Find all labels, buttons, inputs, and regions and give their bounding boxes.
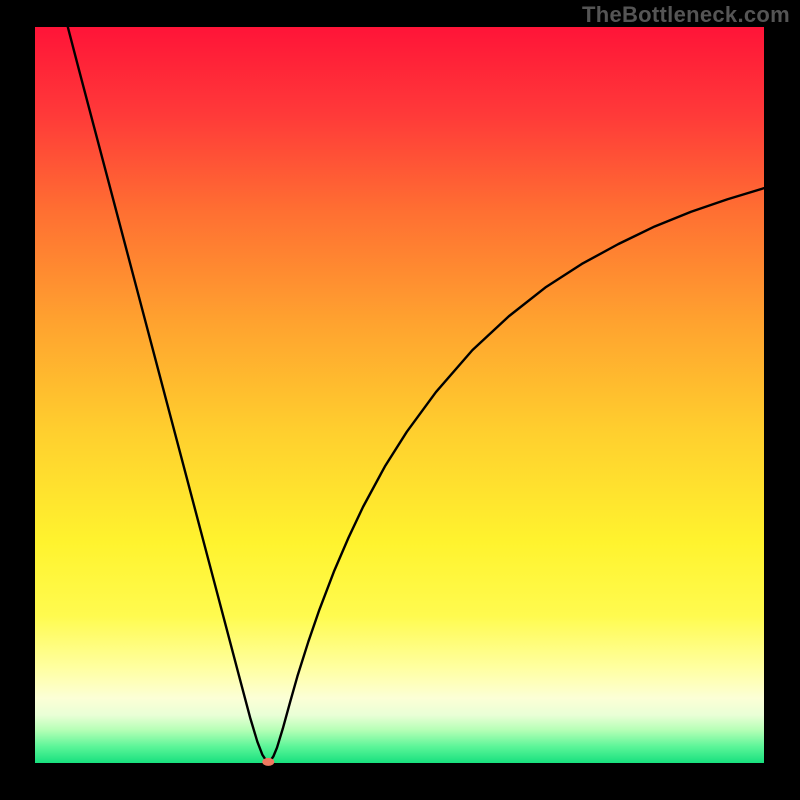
minimum-marker [262, 758, 274, 766]
gradient-chart [0, 0, 800, 800]
chart-frame: TheBottleneck.com [0, 0, 800, 800]
plot-background [35, 27, 764, 763]
watermark-text: TheBottleneck.com [582, 2, 790, 28]
